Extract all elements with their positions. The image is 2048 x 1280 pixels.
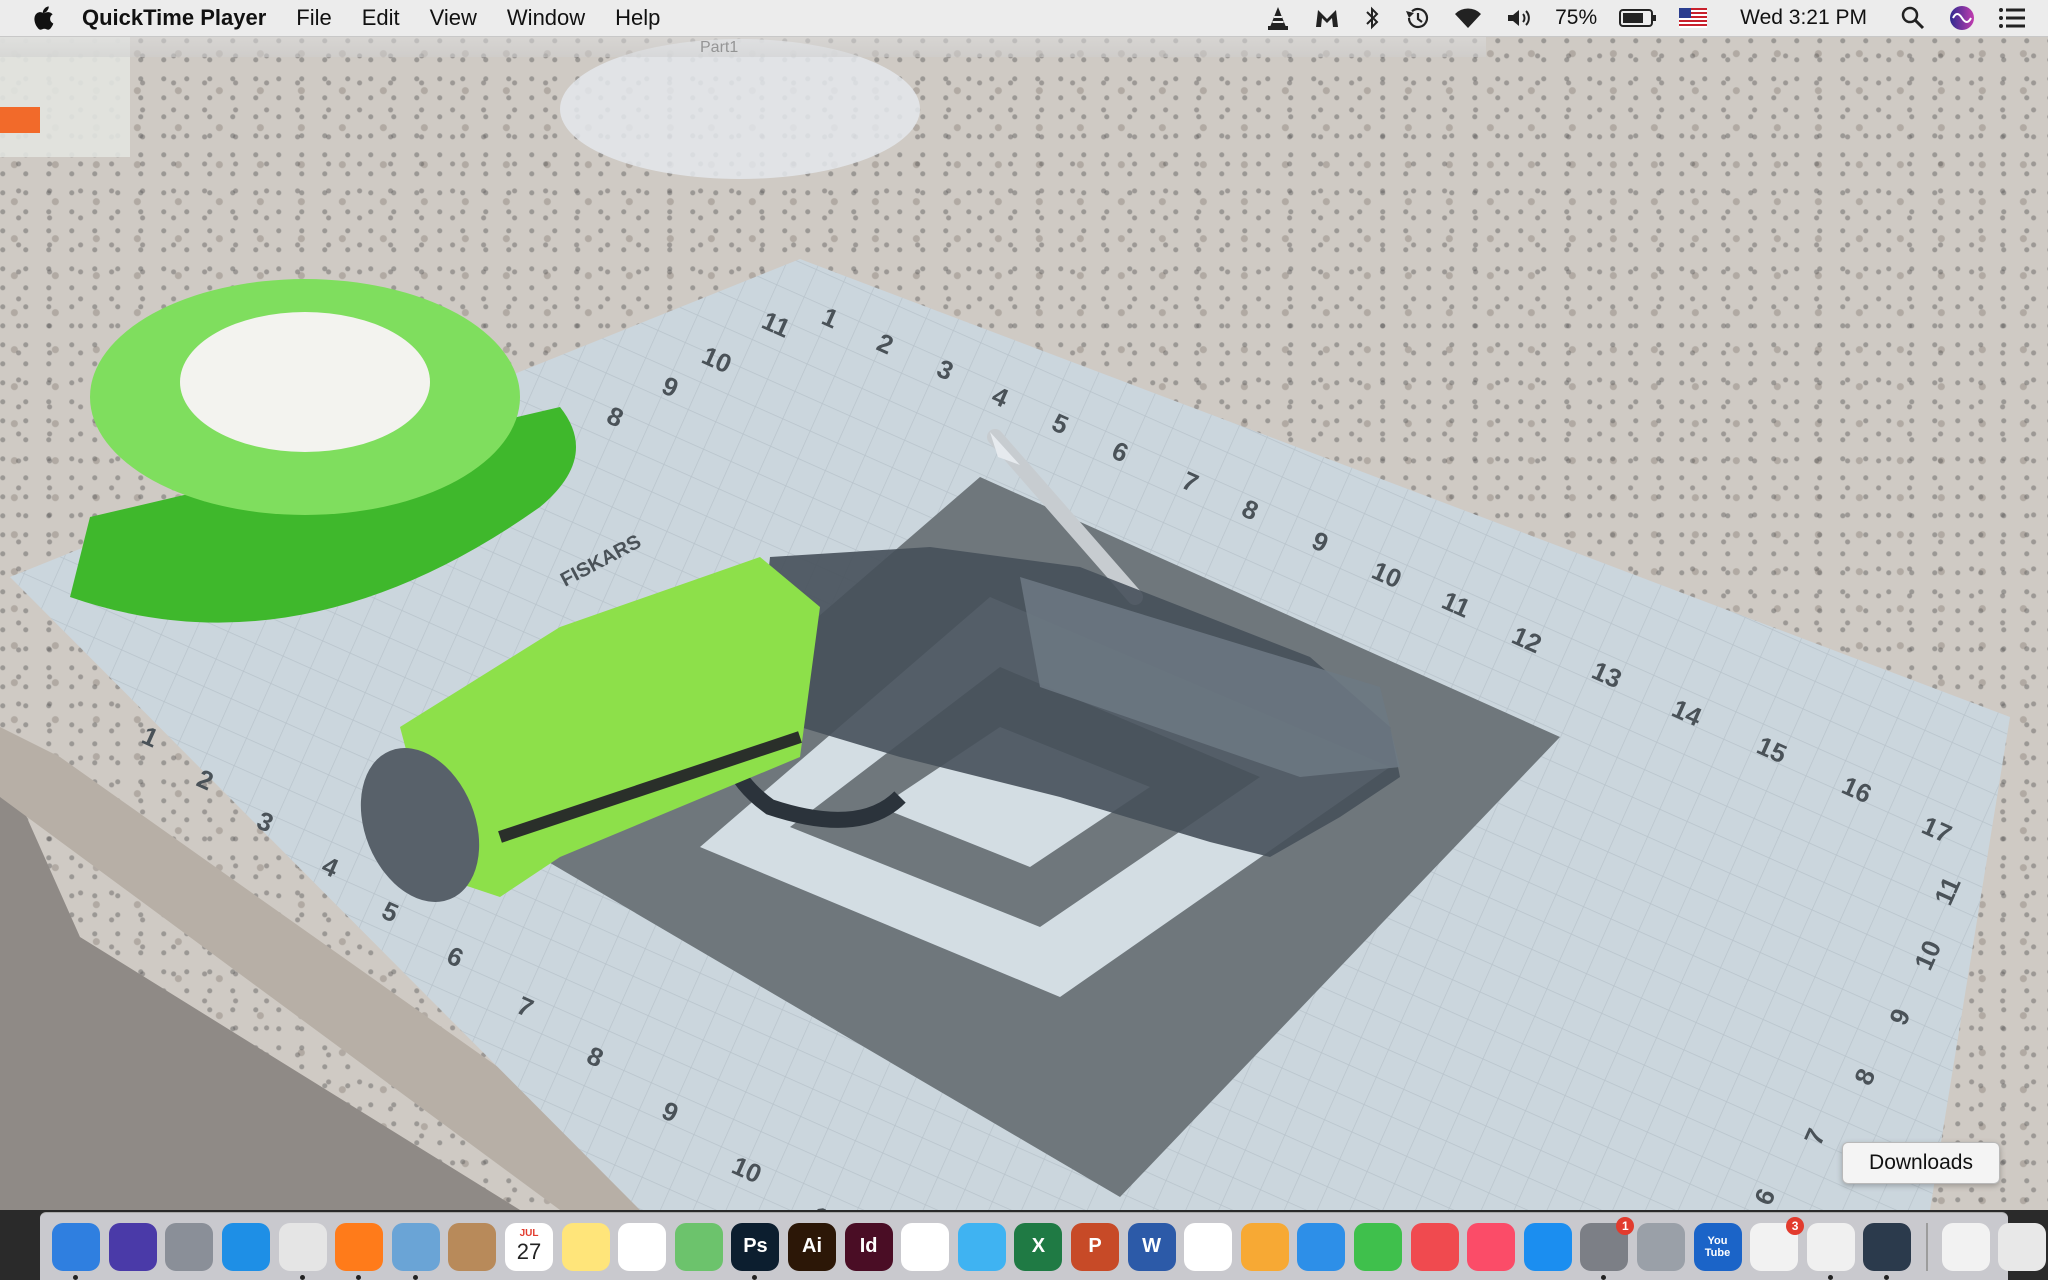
maps-dock-icon[interactable] bbox=[674, 1222, 723, 1271]
indesign-label: Id bbox=[859, 1235, 878, 1257]
word-dock-icon[interactable]: W bbox=[1127, 1222, 1176, 1271]
reminders-dock-icon[interactable] bbox=[618, 1222, 667, 1271]
battery-percent[interactable]: 75% bbox=[1555, 6, 1597, 30]
illustrator-dock-icon[interactable]: Ai bbox=[788, 1222, 837, 1271]
clock[interactable]: Wed 3:21 PM bbox=[1740, 6, 1867, 30]
running-indicator bbox=[1884, 1274, 1890, 1280]
video-scene: 11 1 2 3 4 5 6 7 8 9 10 11 12 13 14 15 1… bbox=[0, 37, 2010, 1210]
youtube-label: You Tube bbox=[1704, 1234, 1731, 1259]
menu-help[interactable]: Help bbox=[615, 5, 660, 31]
launchpad-dock-icon[interactable] bbox=[165, 1222, 214, 1271]
window-titlebar[interactable] bbox=[0, 37, 1486, 57]
running-indicator bbox=[752, 1274, 758, 1280]
running-indicator bbox=[73, 1274, 79, 1280]
facetime-dock-icon[interactable] bbox=[1353, 1222, 1402, 1271]
status-area: 75% Wed 3:21 PM bbox=[1254, 0, 2048, 36]
time-machine-icon[interactable] bbox=[1403, 5, 1431, 31]
apple-menu-icon[interactable] bbox=[28, 3, 58, 33]
quicktime-dock-icon[interactable] bbox=[1863, 1222, 1912, 1280]
illustrator-label: Ai bbox=[802, 1235, 823, 1257]
bluetooth-icon[interactable] bbox=[1363, 5, 1381, 31]
word-label: W bbox=[1142, 1235, 1162, 1257]
powerpoint-label: P bbox=[1088, 1235, 1102, 1257]
quicktime-window[interactable]: 11 1 2 3 4 5 6 7 8 9 10 11 12 13 14 15 1… bbox=[0, 37, 2048, 1210]
safari-dock-icon[interactable] bbox=[222, 1222, 271, 1271]
music-dock-icon[interactable] bbox=[1467, 1222, 1516, 1271]
excel-label: X bbox=[1031, 1235, 1046, 1257]
us-flag-icon[interactable] bbox=[1679, 8, 1708, 28]
battery-icon[interactable] bbox=[1619, 7, 1657, 29]
siri-dock-icon[interactable] bbox=[108, 1222, 157, 1271]
downloads-stack-dock-icon[interactable] bbox=[1941, 1222, 1990, 1271]
video-frame: 11 1 2 3 4 5 6 7 8 9 10 11 12 13 14 15 1… bbox=[0, 37, 2048, 1210]
vlc-icon[interactable] bbox=[1265, 5, 1291, 31]
chrome-dock-icon[interactable] bbox=[278, 1222, 327, 1280]
vlc-dock-icon[interactable] bbox=[1806, 1222, 1855, 1280]
photoshop-dock-icon[interactable]: Ps bbox=[731, 1222, 780, 1280]
malwarebytes-icon[interactable] bbox=[1313, 5, 1341, 31]
system-preferences-dock-icon[interactable]: 1 bbox=[1580, 1216, 1635, 1280]
calendar-dock-icon[interactable]: JUL 27 bbox=[505, 1222, 554, 1271]
dock-trailing-list bbox=[1938, 1222, 2048, 1271]
calendar-month: JUL bbox=[519, 1228, 539, 1239]
dock: JUL 27 Ps Ai Id X P W 1 You Tube 3 bbox=[40, 1212, 2047, 1280]
indesign-dock-icon[interactable]: Id bbox=[844, 1222, 893, 1271]
preview-dock-icon[interactable] bbox=[391, 1222, 440, 1280]
volume-icon[interactable] bbox=[1505, 6, 1533, 30]
app-store-dock-icon[interactable] bbox=[1523, 1222, 1572, 1271]
orange-part bbox=[0, 107, 40, 133]
notification-center-icon[interactable] bbox=[1998, 6, 2026, 30]
menu-view[interactable]: View bbox=[430, 5, 477, 31]
ms-office-dock-icon[interactable]: 3 bbox=[1750, 1216, 1805, 1271]
numbers-dock-icon[interactable] bbox=[1184, 1222, 1233, 1271]
messages-dock-icon[interactable] bbox=[957, 1222, 1006, 1271]
photoshop-label: Ps bbox=[743, 1235, 768, 1257]
window-title: Part1 bbox=[700, 39, 739, 56]
keynote-dock-icon[interactable] bbox=[1297, 1222, 1346, 1271]
notes-dock-icon[interactable] bbox=[561, 1222, 610, 1271]
youtube-dock-icon[interactable]: You Tube bbox=[1693, 1222, 1742, 1271]
notification-badge: 1 bbox=[1616, 1216, 1635, 1235]
finder-dock-icon[interactable] bbox=[52, 1222, 101, 1280]
plastic-container bbox=[560, 39, 920, 179]
menu-edit[interactable]: Edit bbox=[362, 5, 400, 31]
running-indicator bbox=[1827, 1274, 1833, 1280]
contacts-dock-icon[interactable] bbox=[448, 1222, 497, 1271]
running-indicator bbox=[1601, 1274, 1607, 1280]
downloads-tooltip: Downloads bbox=[1842, 1142, 2000, 1184]
trash-dock-icon[interactable] bbox=[1998, 1222, 2047, 1271]
running-indicator bbox=[412, 1274, 418, 1280]
menu-file[interactable]: File bbox=[296, 5, 331, 31]
notification-badge: 3 bbox=[1786, 1216, 1805, 1235]
excel-dock-icon[interactable]: X bbox=[1014, 1222, 1063, 1271]
firefox-dock-icon[interactable] bbox=[335, 1222, 384, 1280]
dock-separator bbox=[1925, 1222, 1928, 1271]
wifi-icon[interactable] bbox=[1453, 6, 1483, 30]
news-dock-icon[interactable] bbox=[1410, 1222, 1459, 1271]
running-indicator bbox=[299, 1274, 305, 1280]
pages-dock-icon[interactable] bbox=[1240, 1222, 1289, 1271]
menu-bar: QuickTime Player File Edit View Window H… bbox=[0, 0, 2048, 37]
running-indicator bbox=[356, 1274, 362, 1280]
menu-window[interactable]: Window bbox=[507, 5, 585, 31]
mat-number: 1 bbox=[138, 720, 163, 753]
dock-app-list: JUL 27 Ps Ai Id X P W 1 You Tube 3 bbox=[48, 1216, 1916, 1280]
spotlight-icon[interactable] bbox=[1900, 5, 1926, 31]
app-name-menu[interactable]: QuickTime Player bbox=[82, 5, 266, 31]
powerpoint-dock-icon[interactable]: P bbox=[1070, 1222, 1119, 1271]
disk-utility-dock-icon[interactable] bbox=[1636, 1222, 1685, 1271]
photos-dock-icon[interactable] bbox=[901, 1222, 950, 1271]
calendar-day: 27 bbox=[516, 1239, 542, 1264]
siri-icon[interactable] bbox=[1948, 4, 1976, 32]
